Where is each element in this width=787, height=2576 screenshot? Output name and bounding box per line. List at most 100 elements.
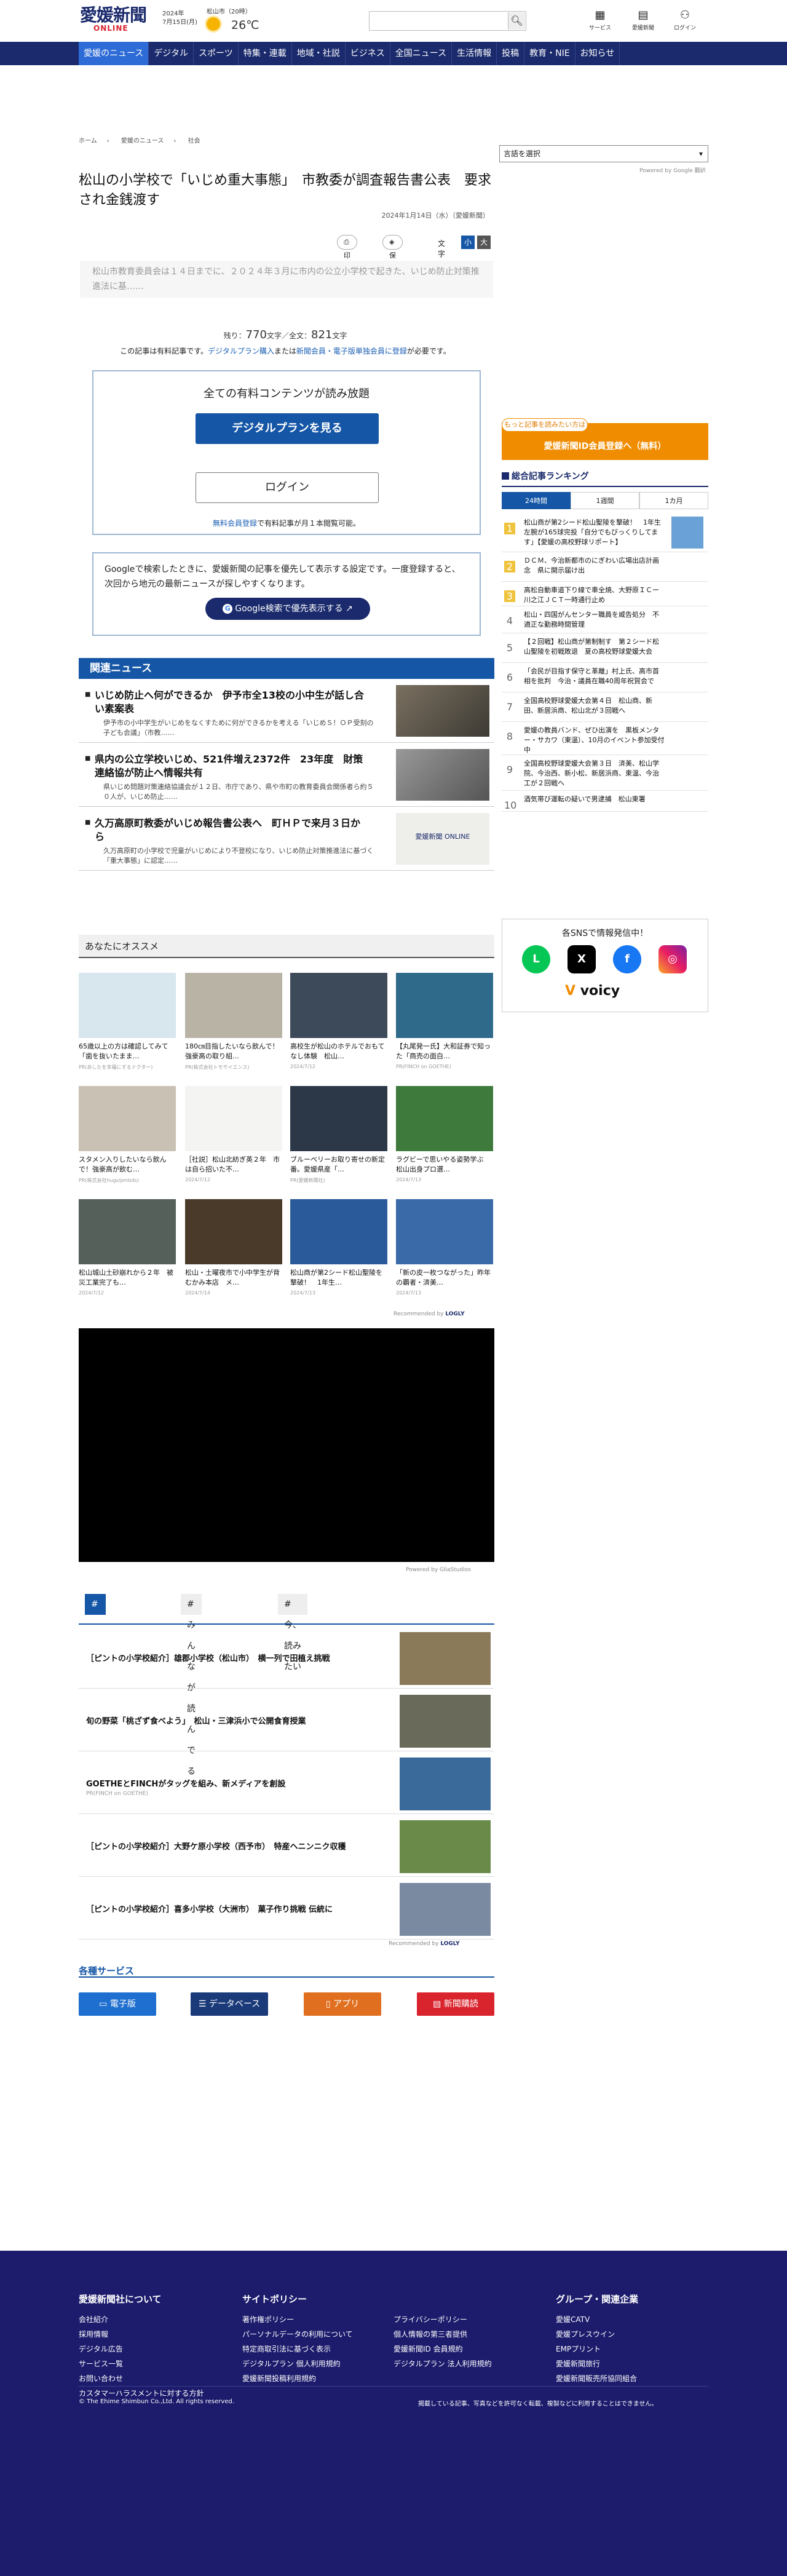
footer-link[interactable]: デジタル広告 [79,2342,204,2356]
news-row[interactable]: 旬の野菜「桃ざず食べよう」 松山・三津浜小で公開食育授業 [79,1690,494,1751]
member-register-link[interactable]: 新聞会員・電子版単独会員に登録 [296,347,407,355]
news-row-title[interactable]: ［ピントの小学校紹介］喜多小学校（大洲市） 菓子作り挑戦 伝統に [86,1903,381,1914]
footer-link[interactable]: 愛媛プレスウイン [556,2327,637,2342]
footer-link[interactable]: サービス一覧 [79,2356,204,2371]
footer-link[interactable]: 愛媛新聞投稿利用規約 [242,2371,353,2386]
font-small-button[interactable]: 小 [461,236,475,249]
ranking-title[interactable]: 松山商が第2シード松山聖陵を撃破！ 1年生左腕が165球完投「自分でもびっくりし… [524,518,665,547]
news-row-thumbnail[interactable] [400,1758,491,1810]
recommend-title[interactable]: 松山・土曜夜市で小中学生が背むかみ本店 メ… [185,1268,282,1288]
video-player[interactable] [79,1328,494,1562]
footer-link[interactable]: 愛媛新聞旅行 [556,2356,637,2371]
recommend-thumbnail[interactable] [290,973,387,1038]
recommend-title[interactable]: 松山城山土砂崩れから２年 被災工業完了も… [79,1268,176,1288]
recommend-title[interactable]: 【丸尾発一氏】大和証券で知った「商売の面白… [396,1042,493,1061]
news-row[interactable]: ［ピントの小学校紹介］大野ケ原小学校（西予市） 特産ヘニンニク収穫 [79,1815,494,1877]
recommend-thumbnail[interactable] [290,1086,387,1151]
ranking-tab-24h[interactable]: 24時間 [502,492,571,509]
recommend-title[interactable]: スタメン入りしたいなら飲んで！強豪高が飲む… [79,1155,176,1175]
google-preferred-button[interactable]: G Google検索で優先表示する ↗ [205,598,370,620]
recommend-card[interactable]: 180㎝目指したいなら飲んで！強豪高の取り組… PR(株式会社トモサイエンス) [185,973,282,1081]
related-item[interactable]: ■ いじめ防止へ何ができるか 伊予市全13校の小中生が話し合い素案表 伊予市の小… [79,680,494,743]
recommend-thumbnail[interactable] [185,1199,282,1264]
ranking-item[interactable]: 1 松山商が第2シード松山聖陵を撃破！ 1年生左腕が165球完投「自分でもびっくり… [502,514,708,552]
related-title[interactable]: 県内の公立学校いじめ、521件増え2372件 23年度 財策連絡協が防止へ情報共… [95,753,365,780]
recommend-card[interactable]: ブルーベリーお取り寄せの新定番。愛媛県産「… PR(愛媛新聞社) [290,1086,387,1194]
news-row-title[interactable]: ［ピントの小学校紹介］雄郡小学校（松山市） 横一列で田植え挑戦 [86,1652,381,1663]
news-row-title[interactable]: ［ピントの小学校紹介］大野ケ原小学校（西予市） 特産ヘニンニク収穫 [86,1840,381,1852]
site-logo[interactable]: 愛媛新聞 ONLINE [80,6,148,33]
ranking-tab-1week[interactable]: 1週間 [571,492,639,509]
footer-link[interactable]: EMPプリント [556,2342,637,2356]
ranking-title[interactable]: 全国高校野球愛媛大会第３日 済美、松山学院、今治西、新小松、新居浜商、東温、今治… [524,759,665,788]
login-button[interactable]: ⚇ ログイン [666,9,703,31]
nav-item[interactable]: デジタル [149,42,194,65]
recommend-thumbnail[interactable] [396,1086,493,1151]
voicy-logo[interactable]: V voicy [565,983,620,999]
recommend-title[interactable]: 高校生が松山のホテルでおもてなし体験 松山… [290,1042,387,1061]
tab-read-together[interactable]: #あわせて読みたい [85,1594,106,1777]
breadcrumb-ehime-news[interactable]: 愛媛のニュース [121,138,164,145]
ranking-title[interactable]: 「会民が目指す保守と革離」村上氏、高市首相を批判 今治・議員在職40周年祝賀会で [524,667,665,686]
service-app-button[interactable]: ▯ アプリ [304,1992,381,2016]
ranking-item[interactable]: 7 全国高校野球愛媛大会第４日 松山商、新田、新居浜商、松山北が３回戦へ [502,692,708,722]
logly-logo[interactable]: LOGLY [440,1941,459,1947]
font-large-button[interactable]: 大 [477,236,491,249]
recommend-card[interactable]: 【丸尾発一氏】大和証券で知った「商売の面白… PR(FINCH on GOETHE… [396,973,493,1081]
breadcrumb-home[interactable]: ホーム [79,138,97,145]
nav-item[interactable]: 投稿 [497,42,525,65]
news-row[interactable]: ［ピントの小学校紹介］雄郡小学校（松山市） 横一列で田植え挑戦 [79,1627,494,1689]
footer-link[interactable]: パーソナルデータの利用について [242,2327,353,2342]
nav-item[interactable]: 生活情報 [452,42,497,65]
news-row-title[interactable]: 旬の野菜「桃ざず食べよう」 松山・三津浜小で公開食育授業 [86,1714,381,1726]
footer-link[interactable]: デジタルプラン 法人利用規約 [394,2356,492,2371]
nav-item[interactable]: 特集・連載 [239,42,292,65]
ranking-item[interactable]: 3 高松自動車道下り線で車全焼、大野原ＩＣー川之江ＪＣＴ一時通行止め [502,582,708,606]
ranking-item[interactable]: 5 【２回戦】松山商が第制制す 第２シード松山聖陵を初戦敗退 夏の高校野球愛媛大会 [502,633,708,663]
ranking-title[interactable]: 酒気帯び運転の疑いで男逮捕 松山東署 [524,795,665,804]
footer-link[interactable]: お問い合わせ [79,2371,204,2386]
ranking-title[interactable]: 全国高校野球愛媛大会第４日 松山商、新田、新居浜商、松山北が３回戦へ [524,696,665,716]
related-title[interactable]: 久万高原町教委がいじめ報告書公表へ 町ＨＰで来月３日から [95,817,365,844]
service-e-paper-button[interactable]: ▭ 電子版 [79,1992,156,2016]
recommend-card[interactable]: 松山・土曜夜市で小中学生が背むかみ本店 メ… 2024/7/14 [185,1199,282,1307]
footer-link[interactable]: 愛媛新聞販売所協同組合 [556,2371,637,2386]
recommend-card[interactable]: 「新の皮一枚つながった」昨年の覇者・済美… 2024/7/13 [396,1199,493,1307]
recommend-card[interactable]: 高校生が松山のホテルでおもてなし体験 松山… 2024/7/12 [290,973,387,1081]
related-item[interactable]: ■ 県内の公立学校いじめ、521件増え2372件 23年度 財策連絡協が防止へ情… [79,744,494,807]
footer-link[interactable]: 特定商取引法に基づく表示 [242,2342,353,2356]
ranking-item[interactable]: 6 「会民が目指す保守と革離」村上氏、高市首相を批判 今治・議員在職40周年祝賀会… [502,663,708,692]
x-icon[interactable]: X [568,945,596,973]
news-row-thumbnail[interactable] [400,1883,491,1936]
news-row-thumbnail[interactable] [400,1695,491,1748]
line-icon[interactable]: L [522,945,550,973]
related-title[interactable]: いじめ防止へ何ができるか 伊予市全13校の小中生が話し合い素案表 [95,689,365,716]
ranking-item[interactable]: 4 松山・四国がんセンター職員を威告処分 不適正な勤務時間管理 [502,606,708,633]
ranking-title[interactable]: 松山・四国がんセンター職員を威告処分 不適正な勤務時間管理 [524,610,665,630]
footer-link[interactable]: 愛媛CATV [556,2312,637,2327]
footer-link[interactable]: プライバシーポリシー [394,2312,492,2327]
nav-item[interactable]: 全国ニュース [390,42,453,65]
ranking-item[interactable]: 2 ＤＣＭ、今治新都市のにぎわい広場出店計画念 県に開示届け出 [502,552,708,582]
footer-link[interactable]: 愛媛新聞ID 会員規約 [394,2342,492,2356]
free-register-link[interactable]: 無料会員登録 [213,519,257,528]
ranking-item[interactable]: 8 愛媛の教員バンド、ぜひ出演を 黒板メンター・サカワ（東温）、10月のイベント参… [502,722,708,755]
ranking-thumbnail[interactable] [671,517,703,549]
service-menu-button[interactable]: ▦ サービス [582,9,619,31]
instagram-icon[interactable]: ◎ [658,945,687,973]
nav-item[interactable]: 愛媛のニュース [79,42,149,65]
recommend-card[interactable]: 松山商が第2シード松山聖陵を撃破！ 1年生… 2024/7/13 [290,1199,387,1307]
recommend-title[interactable]: 180㎝目指したいなら飲んで！強豪高の取り組… [185,1042,282,1061]
recommend-thumbnail[interactable] [79,1199,176,1264]
recommend-card[interactable]: 65歳以上の方は確認してみて「歯を抜いたまま… PR(あしたを幸福にするドクター) [79,973,176,1081]
related-item[interactable]: ■ 久万高原町教委がいじめ報告書公表へ 町ＨＰで来月３日から 久万高原町の小学校… [79,808,494,871]
nav-item[interactable]: 教育・NIE [524,42,575,65]
language-select[interactable]: 言語を選択 ▾ [499,145,708,162]
digital-plan-link[interactable]: デジタルプラン購入 [208,347,274,355]
recommend-thumbnail[interactable] [79,973,176,1038]
ranking-title[interactable]: 愛媛の教員バンド、ぜひ出演を 黒板メンター・サカワ（東温）、10月のイベント参加… [524,726,665,755]
recommend-title[interactable]: 松山商が第2シード松山聖陵を撃破！ 1年生… [290,1268,387,1288]
tab-everyone-reading[interactable]: #みんなが読んでる [181,1594,202,1777]
service-database-button[interactable]: ☰ データベース [191,1992,268,2016]
news-row-thumbnail[interactable] [400,1632,491,1685]
